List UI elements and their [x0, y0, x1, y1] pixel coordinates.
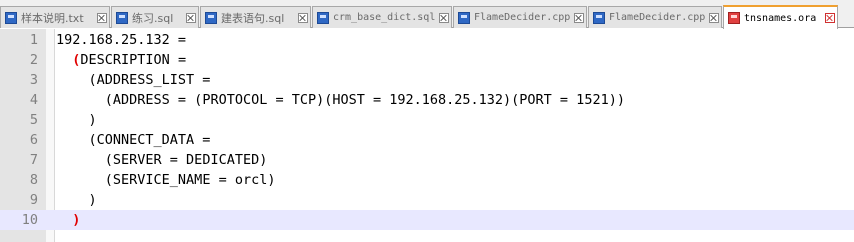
code-content: 192.168.25.132 =	[56, 32, 187, 48]
tab-tnsnames[interactable]: tnsnames.ora	[723, 5, 838, 29]
editor-area[interactable]: 1 192.168.25.132 = 2 (DESCRIPTION = 3 (A…	[0, 29, 854, 242]
code-line[interactable]: 4 (ADDRESS = (PROTOCOL = TCP)(HOST = 192…	[0, 90, 854, 110]
close-icon[interactable]	[825, 13, 835, 23]
file-icon	[5, 11, 17, 24]
code-line[interactable]: 6 (CONNECT_DATA =	[0, 130, 854, 150]
line-number: 5	[29, 112, 38, 128]
line-number: 7	[29, 152, 38, 168]
tab-flame-decider-1[interactable]: FlameDecider.cpp	[453, 6, 587, 28]
current-code-line[interactable]: 10 )	[0, 210, 854, 230]
code-line[interactable]: 3 (ADDRESS_LIST =	[0, 70, 854, 90]
tab-label: tnsnames.ora	[744, 12, 817, 24]
file-icon	[116, 11, 128, 24]
close-icon[interactable]	[709, 12, 719, 23]
close-icon[interactable]	[97, 12, 107, 23]
tab-label: 建表语句.sql	[221, 11, 285, 25]
file-icon	[593, 11, 605, 24]
tab-create-table-sql[interactable]: 建表语句.sql	[200, 6, 311, 28]
line-number: 10	[21, 212, 38, 228]
code-text[interactable]: )	[56, 190, 97, 210]
code-content: (CONNECT_DATA =	[88, 132, 211, 148]
line-number: 9	[29, 192, 38, 208]
code-text[interactable]: )	[56, 210, 80, 230]
tab-label: FlameDecider.cpp	[609, 12, 706, 23]
code-line[interactable]: 7 (SERVER = DEDICATED)	[0, 150, 854, 170]
line-number: 6	[29, 132, 38, 148]
tab-label: 样本说明.txt	[21, 11, 84, 25]
code-text[interactable]: (ADDRESS = (PROTOCOL = TCP)(HOST = 192.1…	[56, 90, 625, 110]
file-icon	[205, 11, 217, 24]
code-content: )	[88, 192, 97, 208]
close-icon[interactable]	[186, 12, 196, 23]
code-text[interactable]: 192.168.25.132 =	[56, 30, 186, 50]
code-text[interactable]: (DESCRIPTION =	[56, 50, 186, 70]
file-icon	[458, 11, 470, 24]
code-text[interactable]: (CONNECT_DATA =	[56, 130, 211, 150]
tab-bar: 样本说明.txt 练习.sql 建表语句.sql crm_base_dict.s…	[0, 0, 854, 29]
tab-sample-readme[interactable]: 样本说明.txt	[0, 6, 110, 28]
close-icon[interactable]	[298, 12, 308, 23]
tab-crm-base-dict[interactable]: crm_base_dict.sql	[312, 6, 452, 28]
tab-practice-sql[interactable]: 练习.sql	[111, 6, 199, 28]
code-line[interactable]: 8 (SERVICE_NAME = orcl)	[0, 170, 854, 190]
code-content: (ADDRESS = (PROTOCOL = TCP)(HOST = 192.1…	[104, 92, 625, 108]
line-number: 3	[29, 72, 38, 88]
code-line[interactable]: 2 (DESCRIPTION =	[0, 50, 854, 70]
code-content: (SERVER = DEDICATED)	[104, 152, 268, 168]
matched-brace: )	[72, 212, 81, 228]
line-number: 8	[29, 172, 38, 188]
code-line[interactable]: 9 )	[0, 190, 854, 210]
code-text[interactable]: )	[56, 110, 97, 130]
code-text[interactable]: (SERVER = DEDICATED)	[56, 150, 268, 170]
code-text[interactable]: (ADDRESS_LIST =	[56, 70, 211, 90]
close-icon[interactable]	[439, 12, 449, 23]
line-number: 2	[29, 52, 38, 68]
code-content: )	[88, 112, 97, 128]
code-line[interactable]: 5 )	[0, 110, 854, 130]
code-line[interactable]: 1 192.168.25.132 =	[0, 30, 854, 50]
tab-label: FlameDecider.cpp	[474, 12, 571, 23]
code-content: (ADDRESS_LIST =	[88, 72, 211, 88]
tab-label: crm_base_dict.sql	[333, 12, 436, 23]
code-text[interactable]: (SERVICE_NAME = orcl)	[56, 170, 276, 190]
file-icon-modified	[728, 12, 740, 24]
code-content: DESCRIPTION =	[80, 52, 187, 68]
tab-label: 练习.sql	[132, 11, 174, 25]
file-icon	[317, 11, 329, 24]
tab-flame-decider-2[interactable]: FlameDecider.cpp	[588, 6, 722, 28]
line-number: 1	[29, 32, 38, 48]
code-content: (SERVICE_NAME = orcl)	[104, 172, 276, 188]
line-number: 4	[29, 92, 38, 108]
close-icon[interactable]	[574, 12, 584, 23]
